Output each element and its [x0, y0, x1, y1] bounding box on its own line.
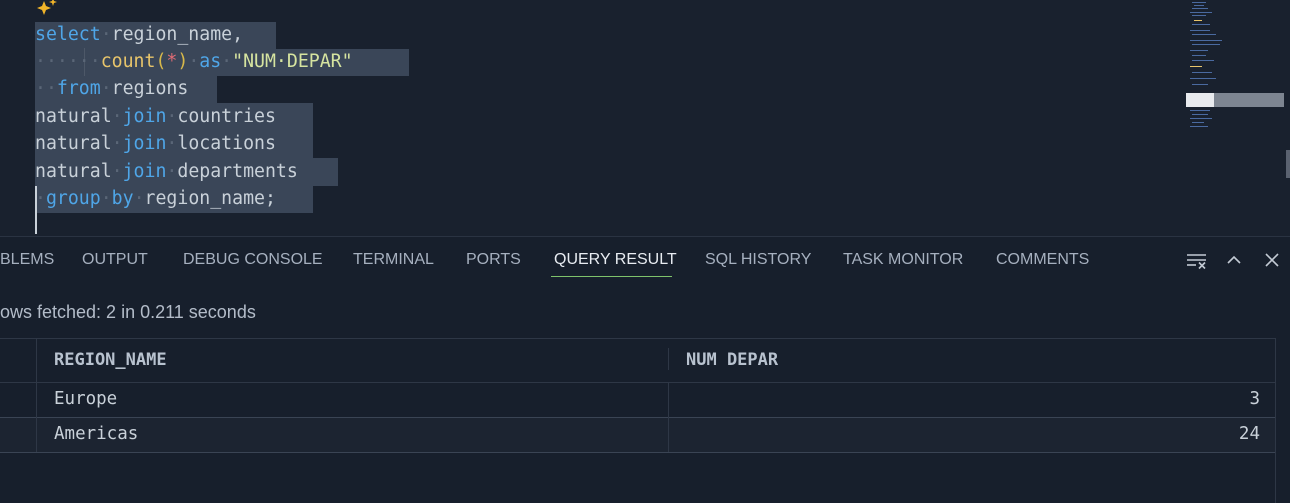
- tab-ports[interactable]: PORTS: [466, 237, 521, 282]
- text-cursor: [35, 186, 37, 234]
- tab-sql-history[interactable]: SQL HISTORY: [705, 237, 811, 282]
- code-token: natural: [35, 106, 112, 127]
- sql-keyword: as: [199, 51, 222, 72]
- tab-problems[interactable]: BLEMS: [0, 237, 54, 282]
- whitespace-marker: ·: [111, 106, 123, 127]
- table-cell[interactable]: 3: [1249, 389, 1260, 409]
- chevron-up-icon[interactable]: [1223, 249, 1245, 271]
- code-token: "NUM·DEPAR": [232, 51, 353, 72]
- whitespace-marker: ·: [188, 51, 200, 72]
- whitespace-marker: ·: [100, 78, 112, 99]
- whitespace-marker: ·: [166, 161, 178, 182]
- code-token: natural: [35, 133, 112, 154]
- clear-list-icon[interactable]: [1186, 249, 1208, 271]
- code-token: locations: [177, 133, 276, 154]
- sql-editor[interactable]: select·region_name, ······count(*)·as·"NU…: [0, 0, 1290, 236]
- code-line[interactable]: select·region_name,: [35, 22, 243, 47]
- rows-fetched-status: ows fetched: 2 in 0.211 seconds: [0, 302, 256, 322]
- whitespace-marker: ·: [111, 133, 123, 154]
- sql-keyword: join: [122, 106, 167, 127]
- table-cell[interactable]: 24: [1239, 424, 1260, 444]
- code-token: ): [177, 51, 189, 72]
- code-line[interactable]: natural·join·locations: [35, 131, 276, 156]
- vscode-window: select·region_name, ······count(*)·as·"NU…: [0, 0, 1290, 503]
- whitespace-marker: ·: [111, 161, 123, 182]
- query-result-table: Europe 3 Americas 24 REGION_NAME NUM DEP…: [0, 338, 1276, 503]
- whitespace-marker: ·: [166, 133, 178, 154]
- code-line[interactable]: ······count(*)·as·"NUM·DEPAR": [35, 49, 353, 74]
- code-line[interactable]: natural·join·countries: [35, 104, 276, 129]
- code-token: regions: [111, 78, 189, 99]
- whitespace-marker: ··: [35, 78, 57, 99]
- whitespace-marker: ·: [100, 188, 112, 209]
- column-header-region-name[interactable]: REGION_NAME: [54, 350, 167, 370]
- sql-keyword: by: [111, 188, 134, 209]
- whitespace-marker: ·: [166, 106, 178, 127]
- code-token: (: [155, 51, 167, 72]
- whitespace-marker: ·: [133, 188, 145, 209]
- table-cell[interactable]: Europe: [54, 389, 117, 409]
- sql-keyword: group: [45, 188, 101, 209]
- code-line[interactable]: ··from·regions: [35, 76, 188, 101]
- close-icon[interactable]: [1261, 249, 1283, 271]
- tab-terminal[interactable]: TERMINAL: [353, 237, 434, 282]
- code-token: natural: [35, 161, 112, 182]
- sql-keyword: select: [35, 24, 101, 45]
- tab-task-monitor[interactable]: TASK MONITOR: [843, 237, 963, 282]
- sql-keyword: from: [56, 78, 101, 99]
- sparkle-icon[interactable]: [36, 0, 58, 18]
- sql-keyword: join: [122, 161, 167, 182]
- code-token: count: [100, 51, 156, 72]
- code-token: countries: [177, 106, 276, 127]
- column-header-num-depar[interactable]: NUM DEPAR: [686, 350, 778, 370]
- table-row[interactable]: Europe 3: [0, 383, 1275, 417]
- whitespace-marker: ·: [221, 51, 233, 72]
- minimap-viewport[interactable]: [1186, 93, 1214, 107]
- code-token: region_name,: [111, 24, 244, 45]
- table-row[interactable]: Americas 24: [0, 418, 1275, 452]
- code-line[interactable]: ·group·by·region_name;: [35, 186, 276, 211]
- tab-debug-console[interactable]: DEBUG CONSOLE: [183, 237, 323, 282]
- sql-keyword: join: [122, 133, 167, 154]
- tab-output[interactable]: OUTPUT: [82, 237, 148, 282]
- minimap[interactable]: [1180, 0, 1286, 236]
- table-cell[interactable]: Americas: [54, 424, 138, 444]
- code-token: departments: [177, 161, 298, 182]
- editor-scrollbar[interactable]: [1286, 150, 1290, 178]
- code-line[interactable]: natural·join·departments: [35, 159, 298, 184]
- active-tab-indicator: [551, 276, 672, 277]
- code-token: *: [166, 51, 178, 72]
- whitespace-marker: ·: [100, 24, 112, 45]
- code-token: region_name;: [144, 188, 276, 209]
- whitespace-marker: ······: [35, 51, 101, 72]
- tab-comments[interactable]: COMMENTS: [996, 237, 1089, 282]
